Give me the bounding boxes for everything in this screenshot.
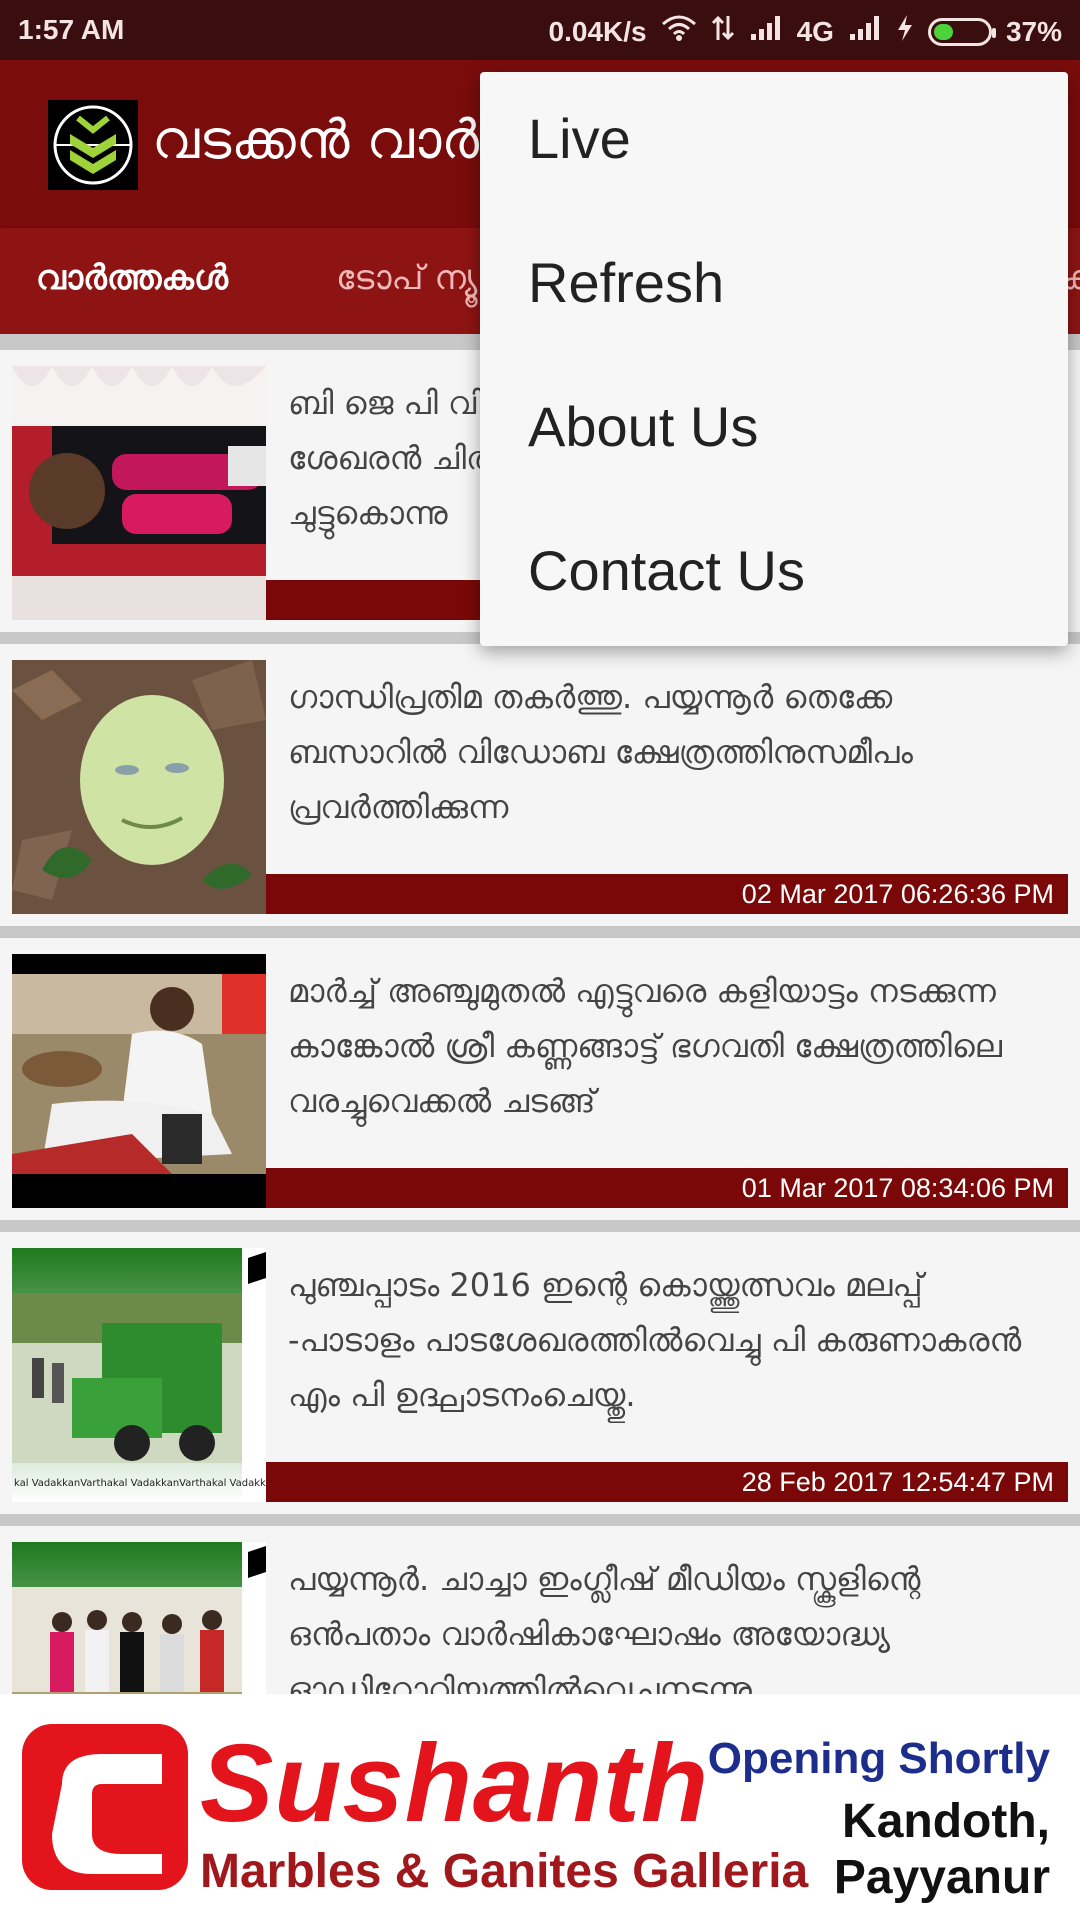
ad-place-line2: Payyanur	[833, 1851, 1050, 1904]
signal-icon	[848, 14, 882, 49]
ad-tagline: Opening Shortly	[707, 1734, 1050, 1783]
news-card[interactable]: പയ്യന്നൂർ. ചാച്ചാ ഇംഗ്ലീഷ് മീഡിയം സ്കൂളി…	[0, 1526, 1080, 1694]
battery-icon	[927, 17, 996, 46]
ad-subtitle: Marbles & Ganites Galleria	[200, 1845, 809, 1898]
menu-item-live[interactable]: Live	[528, 106, 631, 171]
app-logo	[48, 100, 138, 190]
watermark-text: kal VadakkanVarthakal VadakkanVarthakal …	[14, 1478, 266, 1489]
menu-item-about-us[interactable]: About Us	[528, 394, 758, 459]
data-arrows-icon	[711, 14, 735, 49]
ad-banner[interactable]: Sushanth Marbles & Ganites Galleria Open…	[0, 1694, 1080, 1920]
network-speed: 0.04K/s	[548, 15, 647, 47]
network-type: 4G	[796, 15, 834, 47]
news-headline[interactable]: ഗാന്ധിപ്രതിമ തകർത്തു. പയ്യന്നൂർ തെക്കേ ബ…	[288, 670, 1048, 835]
news-date: 01 Mar 2017 08:34:06 PM	[266, 1168, 1068, 1208]
news-card[interactable]: മാർച്ച് അഞ്ചുമുതൽ എട്ടുവരെ കളിയാട്ടം നടക…	[0, 938, 1080, 1220]
news-thumbnail	[12, 660, 266, 914]
news-headline[interactable]: പയ്യന്നൂർ. ചാച്ചാ ഇംഗ്ലീഷ് മീഡിയം സ്കൂളി…	[288, 1552, 1048, 1694]
status-icons: 0.04K/s 4G 37%	[549, 14, 1062, 49]
news-thumbnail	[12, 954, 266, 1208]
news-card[interactable]: kal VadakkanVarthakal VadakkanVarthakal …	[0, 1232, 1080, 1514]
news-card[interactable]: ഗാന്ധിപ്രതിമ തകർത്തു. പയ്യന്നൂർ തെക്കേ ബ…	[0, 644, 1080, 926]
news-headline[interactable]: മാർച്ച് അഞ്ചുമുതൽ എട്ടുവരെ കളിയാട്ടം നടക…	[288, 964, 1048, 1129]
news-headline[interactable]: പുഞ്ചപ്പാടം 2016 ഇന്റെ കൊയ്ത്തുത്സവം മലപ…	[288, 1258, 1048, 1423]
status-bar: 1:57 AM 0.04K/s 4G 37%	[0, 0, 1080, 60]
status-time: 1:57 AM	[18, 14, 125, 45]
charging-icon	[896, 14, 914, 49]
ad-place-line1: Kandoth,	[842, 1795, 1050, 1848]
ad-brand: Sushanth	[200, 1722, 710, 1845]
menu-item-refresh[interactable]: Refresh	[528, 250, 724, 315]
tab-news[interactable]: വാർത്തകൾ	[36, 258, 228, 298]
news-thumbnail	[12, 366, 266, 620]
signal-icon	[749, 14, 783, 49]
news-thumbnail	[12, 1542, 266, 1694]
battery-percent: 37%	[1005, 15, 1062, 47]
wifi-icon	[661, 14, 697, 49]
sushanth-logo-icon	[22, 1724, 188, 1890]
news-thumbnail: kal VadakkanVarthakal VadakkanVarthakal …	[12, 1248, 266, 1502]
news-date: 02 Mar 2017 06:26:36 PM	[266, 874, 1068, 914]
news-date: 28 Feb 2017 12:54:47 PM	[266, 1462, 1068, 1502]
overflow-menu: Live Refresh About Us Contact Us	[480, 72, 1068, 646]
menu-item-contact-us[interactable]: Contact Us	[528, 538, 805, 603]
